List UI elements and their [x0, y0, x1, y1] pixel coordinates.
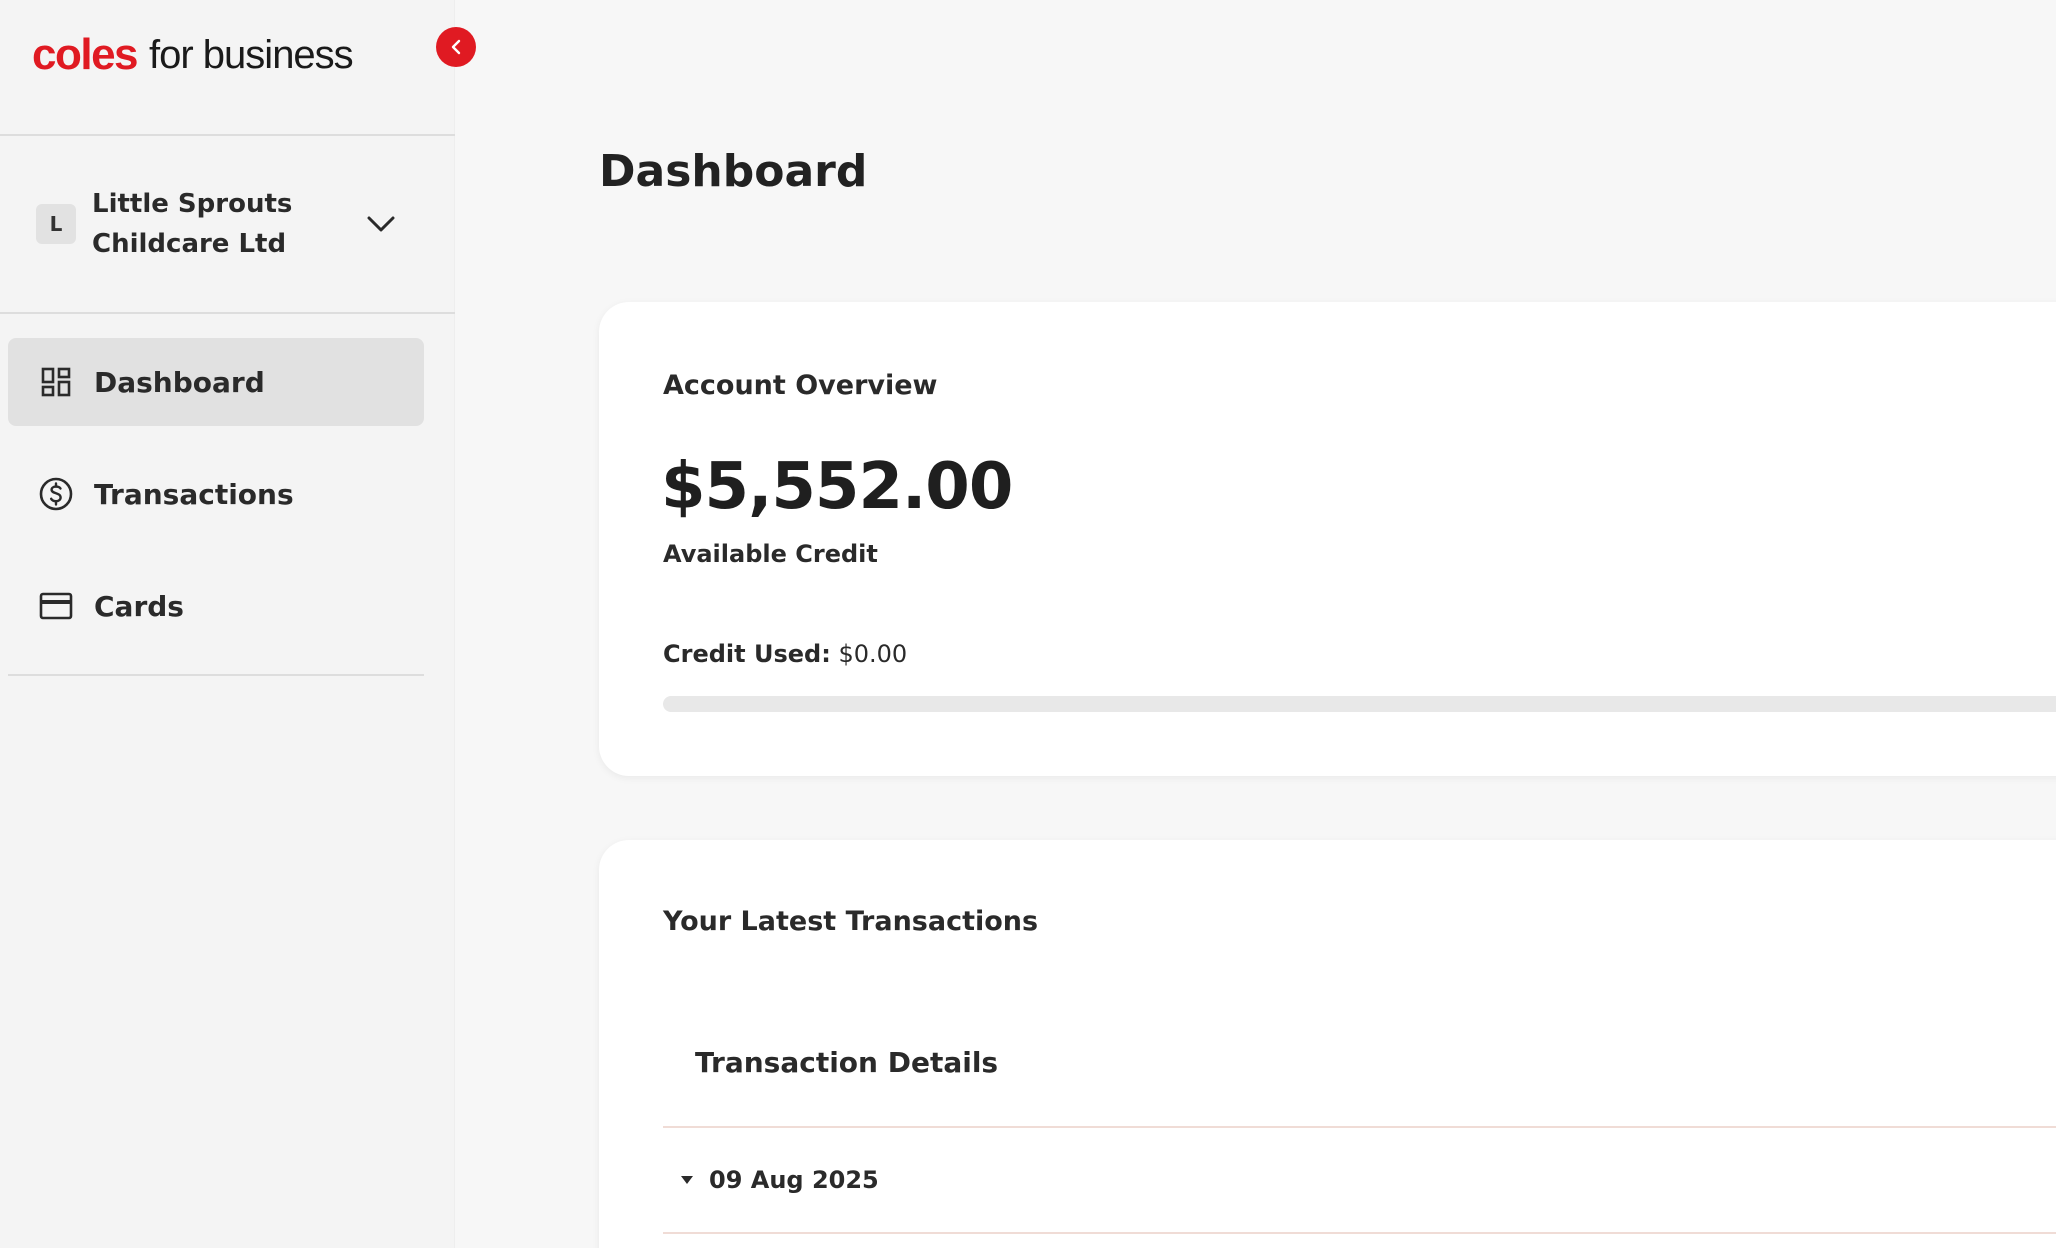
sidebar-nav: Dashboard Transactions Cards — [8, 338, 424, 674]
app-page: coles for business L Little Sprouts Chil… — [0, 0, 2056, 1248]
sidebar-divider — [8, 674, 424, 676]
sidebar-divider — [0, 312, 455, 314]
credit-used-label: Credit Used: — [663, 640, 831, 668]
account-switcher[interactable]: L Little Sprouts Childcare Ltd — [36, 184, 408, 264]
latest-transactions-title: Your Latest Transactions — [663, 906, 1039, 937]
account-name: Little Sprouts Childcare Ltd — [92, 189, 293, 259]
transaction-date-group[interactable]: 09 Aug 2025 — [679, 1166, 879, 1194]
caret-down-icon — [679, 1174, 695, 1186]
account-overview-card: Account Overview $5,552.00 Available Cre… — [599, 302, 2056, 776]
sidebar-item-label: Cards — [94, 589, 184, 623]
page-title: Dashboard — [599, 146, 868, 197]
logo-brand-text: coles — [32, 30, 139, 79]
dashboard-icon — [38, 364, 74, 400]
sidebar: coles for business L Little Sprouts Chil… — [0, 0, 455, 1248]
sidebar-item-transactions[interactable]: Transactions — [8, 450, 424, 538]
table-divider — [663, 1126, 2056, 1128]
transaction-group-date: 09 Aug 2025 — [709, 1166, 879, 1194]
transaction-details-header: Transaction Details — [695, 1046, 999, 1079]
logo-tagline-text: for business — [149, 32, 354, 77]
dollar-circle-icon — [38, 476, 74, 512]
account-avatar: L — [36, 204, 76, 244]
sidebar-item-cards[interactable]: Cards — [8, 562, 424, 650]
credit-used-progress-bar — [663, 696, 2056, 712]
main-content: Dashboard Account Overview $5,552.00 Ava… — [455, 0, 2056, 1248]
sidebar-item-label: Dashboard — [94, 365, 265, 399]
credit-card-icon — [38, 588, 74, 624]
account-overview-title: Account Overview — [663, 370, 938, 401]
available-credit-amount: $5,552.00 — [661, 450, 1013, 524]
chevron-left-icon — [449, 38, 463, 56]
sidebar-item-label: Transactions — [94, 477, 294, 511]
chevron-down-icon[interactable] — [366, 215, 396, 233]
credit-used-row: Credit Used: $0.00 — [663, 640, 907, 668]
latest-transactions-card: Your Latest Transactions Transaction Det… — [599, 840, 2056, 1248]
sidebar-divider — [0, 134, 455, 136]
sidebar-item-dashboard[interactable]: Dashboard — [8, 338, 424, 426]
coles-for-business-logo[interactable]: coles for business — [32, 30, 354, 80]
credit-used-value: $0.00 — [838, 640, 908, 668]
collapse-sidebar-button[interactable] — [436, 27, 476, 67]
available-credit-label: Available Credit — [663, 540, 878, 568]
table-divider — [663, 1232, 2056, 1234]
